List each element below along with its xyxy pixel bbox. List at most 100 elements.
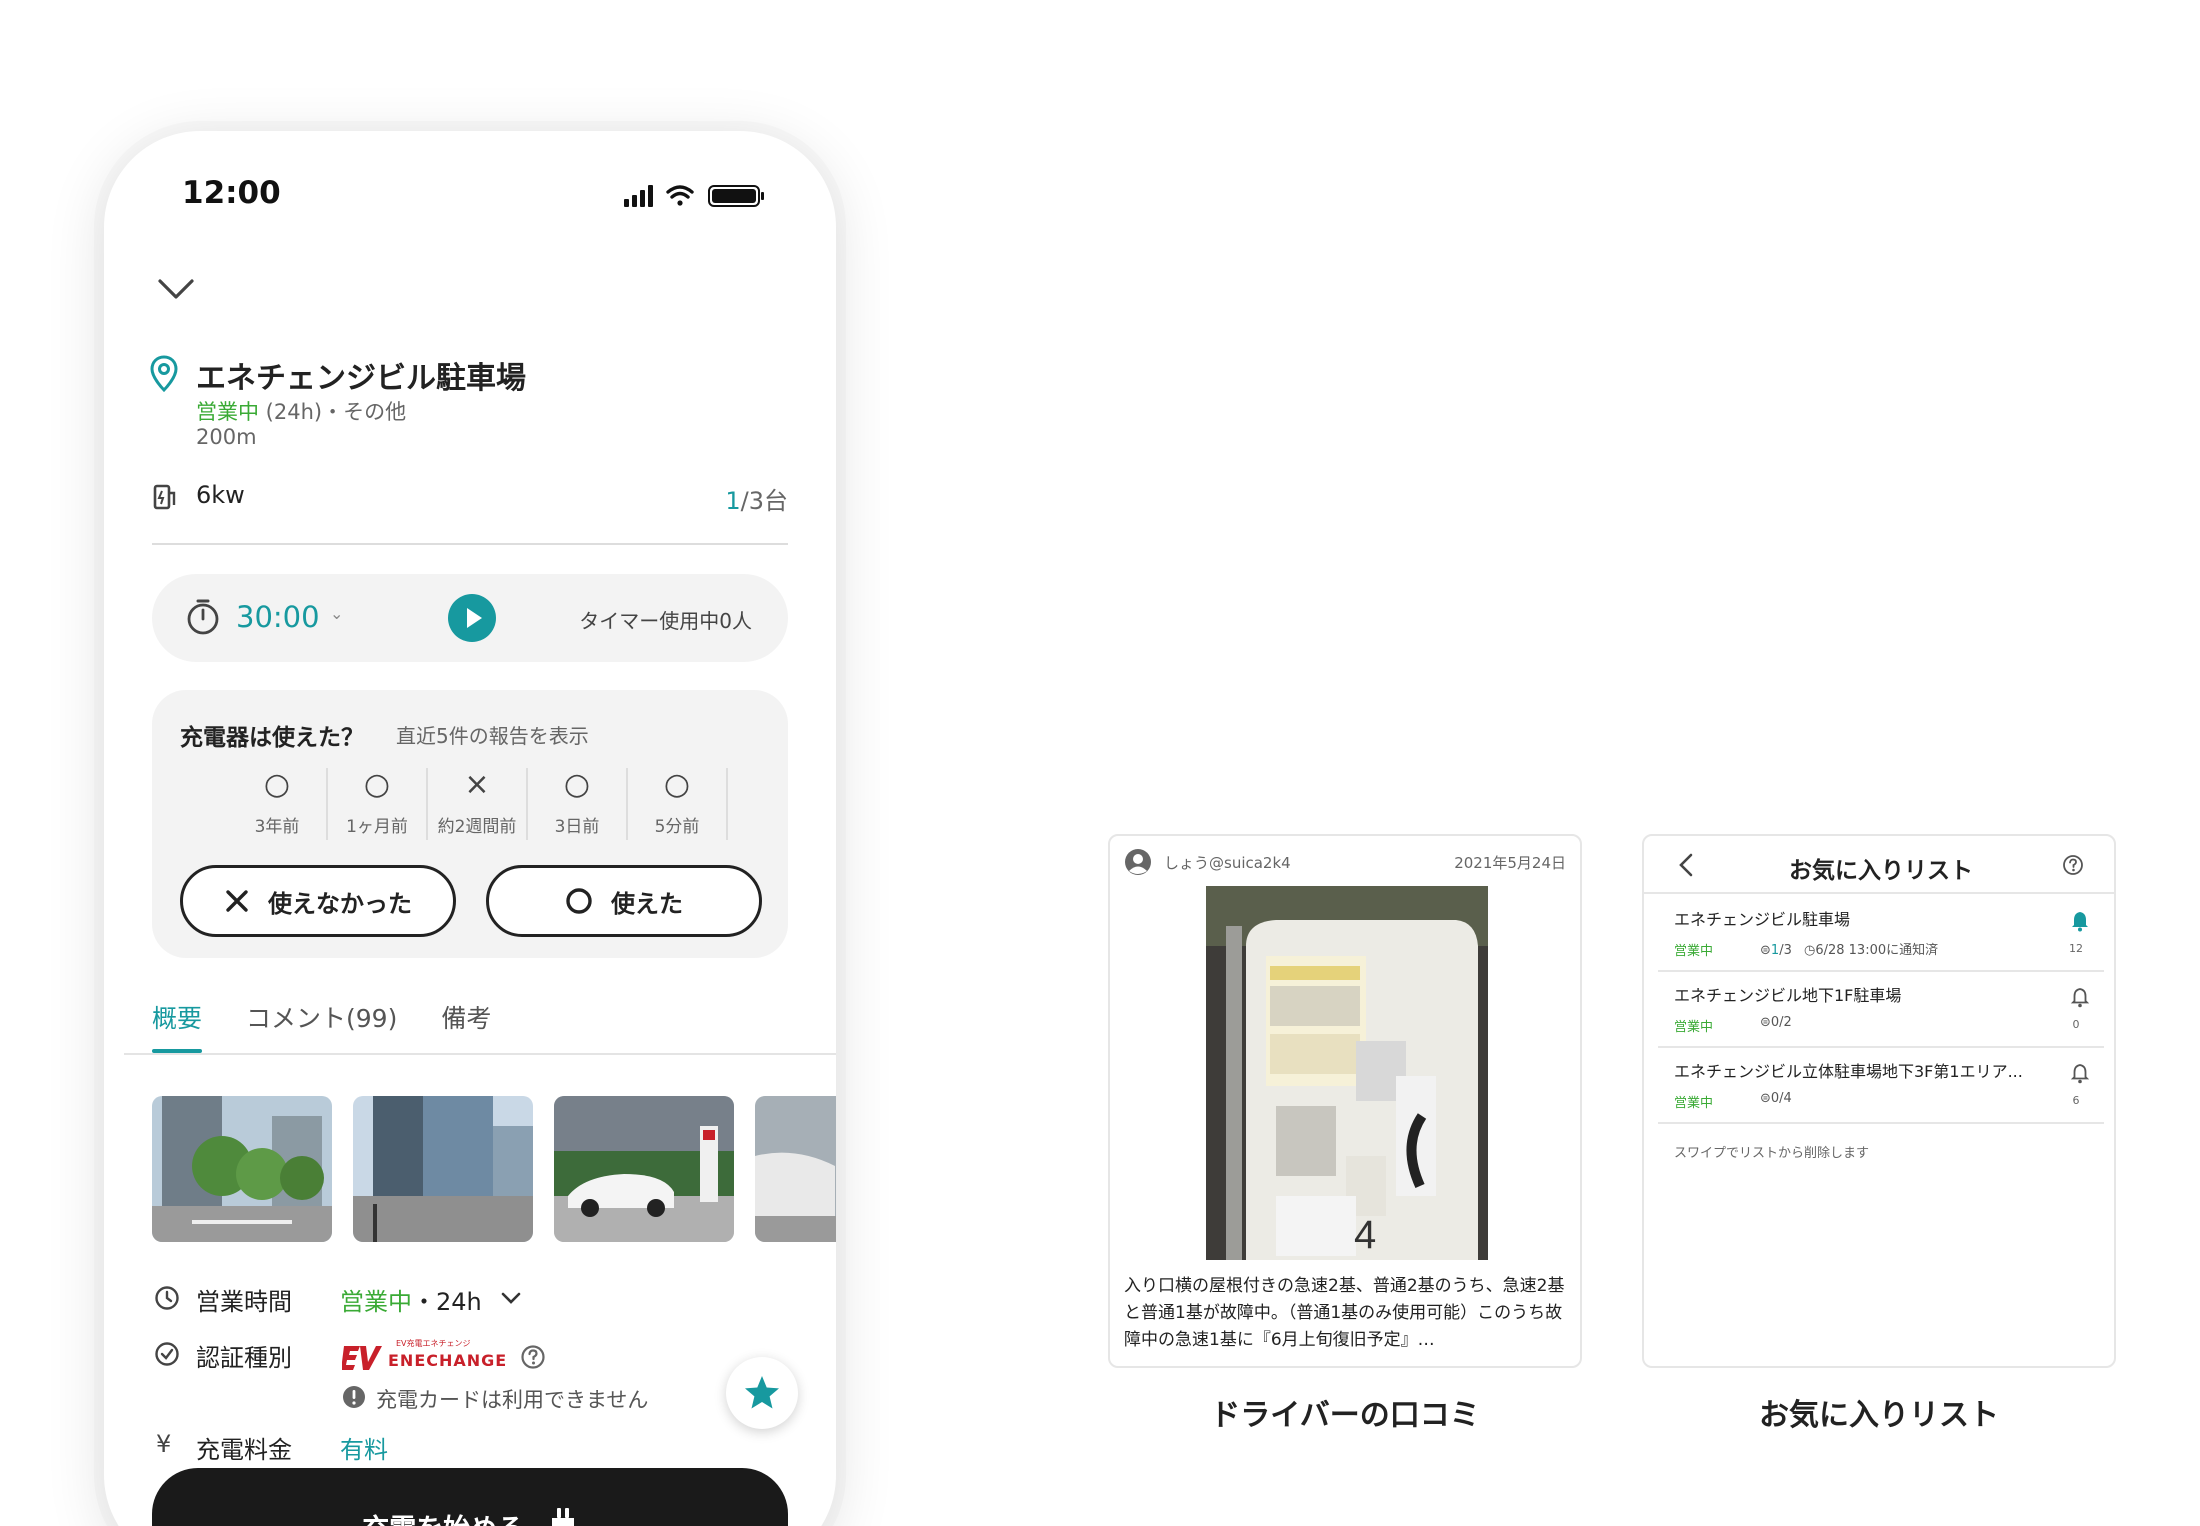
circle-icon	[566, 888, 592, 914]
phone-screen: 12:00 エネチェンジビル駐車場 営業中 (24h)・その他 200m 6kw…	[104, 131, 836, 1526]
report-item: × 約2週間前	[428, 768, 528, 840]
photo-thumbnail[interactable]	[554, 1096, 734, 1242]
favorite-item[interactable]: エネチェンジビル地下1F駐車場 営業中 ⊜0/2 0	[1658, 972, 2104, 1048]
report-item: ○ 5分前	[628, 768, 728, 840]
user-avatar-icon	[1125, 849, 1151, 875]
swipe-hint: スワイプでリストから削除します	[1674, 1146, 1870, 1161]
report-history: ○ 3年前 ○ 1ヶ月前 × 約2週間前 ○ 3日前 ○ 5分前	[228, 768, 728, 840]
stopwatch-icon	[187, 599, 219, 635]
fee-label: 充電料金	[196, 1436, 292, 1464]
chevron-down-icon[interactable]	[156, 277, 196, 301]
timer-play-button[interactable]	[448, 594, 496, 642]
charger-icon: ⊜	[1760, 1015, 1771, 1030]
hours-detail: ・24h	[412, 1288, 482, 1316]
timer-value[interactable]: 30:00	[236, 600, 320, 634]
photo-carousel[interactable]	[152, 1096, 836, 1242]
favorite-button[interactable]	[726, 1357, 798, 1429]
bell-outline-icon[interactable]	[2070, 986, 2090, 1008]
clock-icon	[155, 1286, 179, 1310]
help-icon[interactable]	[2062, 854, 2084, 876]
place-title: エネチェンジビル駐車場	[196, 361, 526, 396]
car-photo	[755, 1096, 836, 1242]
notify-count: 12	[2069, 942, 2083, 955]
plug-icon	[551, 1508, 574, 1526]
review-photo[interactable]: 4	[1206, 886, 1488, 1260]
help-icon[interactable]	[520, 1344, 546, 1370]
cross-icon	[226, 890, 248, 912]
hours-value[interactable]: 営業中・24h	[340, 1282, 482, 1317]
auth-note: 充電カードは利用できません	[376, 1388, 649, 1412]
wifi-icon	[666, 185, 694, 206]
chevron-down-icon[interactable]	[500, 1291, 522, 1305]
report-item: ○ 3日前	[528, 768, 628, 840]
charger-icon: ⊜	[1760, 1091, 1771, 1106]
star-icon	[745, 1376, 779, 1409]
fee-value[interactable]: 有料	[340, 1430, 388, 1465]
ev-logo-icon	[342, 1346, 382, 1370]
notify-count: 6	[2072, 1094, 2080, 1107]
favorite-status: 営業中	[1674, 1020, 1714, 1035]
favorite-total: 0/2	[1770, 1015, 1792, 1030]
favorite-total: /3	[1779, 943, 1792, 958]
status-time: 12:00	[182, 175, 281, 211]
report-time: 5分前	[654, 817, 700, 837]
tab-comments[interactable]: コメント(99)	[246, 999, 397, 1053]
favorite-avail: 1	[1770, 943, 1780, 958]
review-user: しょう@suica2k4	[1164, 854, 1291, 872]
report-time: 3日前	[554, 817, 600, 837]
favorite-name: エネチェンジビル地下1F駐車場	[1674, 986, 1902, 1005]
report-mark: ○	[563, 767, 591, 802]
review-date: 2021年5月24日	[1454, 854, 1566, 872]
usage-report-panel: 充電器は使えた？ 直近5件の報告を表示 ○ 3年前 ○ 1ヶ月前 × 約2週間前 ○ 3…	[152, 690, 788, 958]
could-use-label: 使えた	[611, 889, 683, 918]
timer-users: タイマー使用中0人	[579, 609, 752, 633]
total-count: /3台	[740, 487, 788, 515]
clock-icon: ◷	[1803, 943, 1816, 958]
favorite-name: エネチェンジビル立体駐車場地下3F第1エリア...	[1674, 1062, 2023, 1081]
map-pin-icon	[150, 355, 178, 393]
office-tower-photo	[353, 1096, 533, 1242]
detail-tabs: 概要 コメント(99) 備考	[152, 999, 491, 1053]
tab-overview[interactable]: 概要	[152, 999, 203, 1053]
battery-icon	[708, 185, 764, 207]
favorite-status: 営業中	[1674, 944, 1714, 959]
could-use-button[interactable]: 使えた	[486, 865, 762, 937]
photo-thumbnail[interactable]	[353, 1096, 533, 1242]
could-not-use-button[interactable]: 使えなかった	[180, 865, 456, 937]
bell-icon[interactable]	[2070, 910, 2090, 932]
alert-icon	[343, 1386, 365, 1408]
hours-open-status: 営業中	[340, 1288, 412, 1316]
favorite-meta: ⊜1/3 ◷6/28 13:00に通知済	[1760, 939, 1938, 958]
report-item: ○ 3年前	[228, 768, 328, 840]
favorite-item[interactable]: エネチェンジビル駐車場 営業中 ⊜1/3 ◷6/28 13:00に通知済 12	[1658, 896, 2104, 972]
timer-dropdown-icon[interactable]: ⌄	[330, 604, 343, 623]
favorite-item[interactable]: エネチェンジビル立体駐車場地下3F第1エリア... 営業中 ⊜0/4 6	[1658, 1048, 2104, 1124]
building-street-photo	[152, 1096, 332, 1242]
signal-icon	[624, 185, 653, 207]
favorites-header: お気に入りリスト	[1644, 836, 2114, 894]
favorites-title: お気に入りリスト	[1789, 858, 1973, 884]
report-item: ○ 1ヶ月前	[328, 768, 428, 840]
bell-outline-icon[interactable]	[2070, 1062, 2090, 1084]
report-subtitle: 直近5件の報告を表示	[396, 724, 589, 748]
available-count: 1	[725, 487, 741, 515]
favorite-status: 営業中	[1674, 1096, 1714, 1111]
photo-thumbnail[interactable]	[755, 1096, 836, 1242]
place-distance: 200m	[196, 425, 257, 449]
review-caption: ドライバーの口コミ	[1210, 1398, 1480, 1433]
play-icon	[467, 608, 482, 628]
charger-plug-icon	[153, 484, 176, 510]
favorite-notice: 6/28 13:00に通知済	[1815, 943, 1939, 958]
favorites-card: お気に入りリスト エネチェンジビル駐車場 営業中 ⊜1/3 ◷6/28 13:0…	[1642, 834, 2116, 1368]
hours-label: 営業時間	[196, 1288, 292, 1316]
start-charging-button[interactable]: 充電を始める	[152, 1468, 788, 1526]
enechange-logo-small: EV充電エネチェンジ	[396, 1339, 471, 1348]
auth-label: 認証種別	[196, 1344, 292, 1372]
photo-thumbnail[interactable]	[152, 1096, 332, 1242]
tab-notes[interactable]: 備考	[441, 999, 491, 1053]
report-mark: ○	[363, 767, 391, 802]
report-mark: ×	[464, 767, 490, 802]
report-mark: ○	[663, 767, 691, 802]
charging-car-photo	[554, 1096, 734, 1242]
report-time: 3年前	[254, 817, 300, 837]
